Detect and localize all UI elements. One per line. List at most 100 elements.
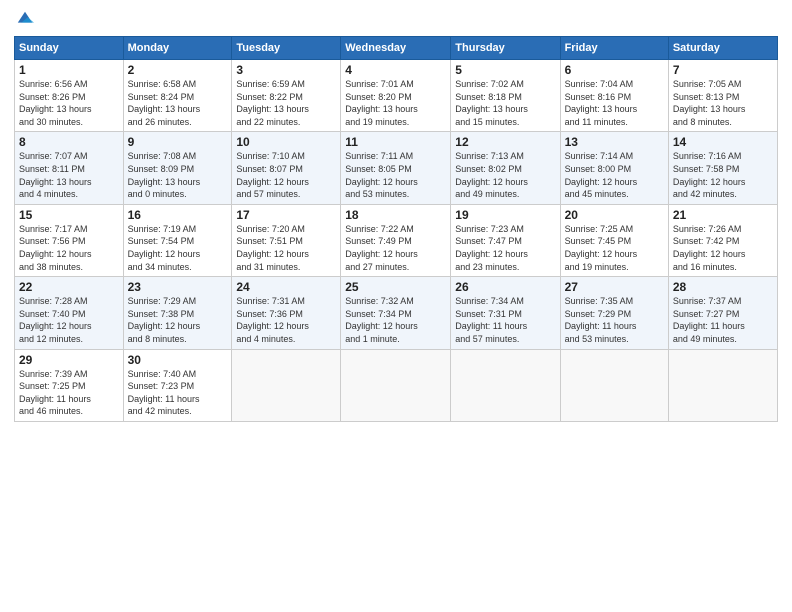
day-info: Sunrise: 7:23 AM Sunset: 7:47 PM Dayligh… [455, 223, 555, 273]
day-info: Sunrise: 7:01 AM Sunset: 8:20 PM Dayligh… [345, 78, 446, 128]
day-number: 2 [128, 63, 228, 77]
week-row-1: 8Sunrise: 7:07 AM Sunset: 8:11 PM Daylig… [15, 132, 778, 204]
day-cell [560, 349, 668, 421]
header [14, 10, 778, 28]
day-number: 21 [673, 208, 773, 222]
day-info: Sunrise: 7:17 AM Sunset: 7:56 PM Dayligh… [19, 223, 119, 273]
day-cell: 18Sunrise: 7:22 AM Sunset: 7:49 PM Dayli… [341, 204, 451, 276]
day-cell: 28Sunrise: 7:37 AM Sunset: 7:27 PM Dayli… [668, 277, 777, 349]
day-number: 30 [128, 353, 228, 367]
day-number: 22 [19, 280, 119, 294]
day-cell: 13Sunrise: 7:14 AM Sunset: 8:00 PM Dayli… [560, 132, 668, 204]
day-number: 5 [455, 63, 555, 77]
day-number: 29 [19, 353, 119, 367]
day-info: Sunrise: 7:31 AM Sunset: 7:36 PM Dayligh… [236, 295, 336, 345]
day-cell: 27Sunrise: 7:35 AM Sunset: 7:29 PM Dayli… [560, 277, 668, 349]
day-number: 17 [236, 208, 336, 222]
logo [14, 10, 34, 28]
week-row-4: 29Sunrise: 7:39 AM Sunset: 7:25 PM Dayli… [15, 349, 778, 421]
day-number: 13 [565, 135, 664, 149]
day-cell [668, 349, 777, 421]
col-tuesday: Tuesday [232, 37, 341, 60]
day-number: 19 [455, 208, 555, 222]
day-info: Sunrise: 6:58 AM Sunset: 8:24 PM Dayligh… [128, 78, 228, 128]
day-cell: 26Sunrise: 7:34 AM Sunset: 7:31 PM Dayli… [451, 277, 560, 349]
day-cell: 19Sunrise: 7:23 AM Sunset: 7:47 PM Dayli… [451, 204, 560, 276]
day-info: Sunrise: 7:32 AM Sunset: 7:34 PM Dayligh… [345, 295, 446, 345]
day-number: 12 [455, 135, 555, 149]
day-cell: 21Sunrise: 7:26 AM Sunset: 7:42 PM Dayli… [668, 204, 777, 276]
day-info: Sunrise: 7:08 AM Sunset: 8:09 PM Dayligh… [128, 150, 228, 200]
day-number: 26 [455, 280, 555, 294]
day-cell: 16Sunrise: 7:19 AM Sunset: 7:54 PM Dayli… [123, 204, 232, 276]
page: Sunday Monday Tuesday Wednesday Thursday… [0, 0, 792, 612]
week-row-0: 1Sunrise: 6:56 AM Sunset: 8:26 PM Daylig… [15, 60, 778, 132]
day-cell: 7Sunrise: 7:05 AM Sunset: 8:13 PM Daylig… [668, 60, 777, 132]
day-cell: 15Sunrise: 7:17 AM Sunset: 7:56 PM Dayli… [15, 204, 124, 276]
day-number: 11 [345, 135, 446, 149]
day-cell [232, 349, 341, 421]
day-cell: 23Sunrise: 7:29 AM Sunset: 7:38 PM Dayli… [123, 277, 232, 349]
day-cell: 12Sunrise: 7:13 AM Sunset: 8:02 PM Dayli… [451, 132, 560, 204]
day-info: Sunrise: 7:25 AM Sunset: 7:45 PM Dayligh… [565, 223, 664, 273]
day-cell: 17Sunrise: 7:20 AM Sunset: 7:51 PM Dayli… [232, 204, 341, 276]
calendar-table: Sunday Monday Tuesday Wednesday Thursday… [14, 36, 778, 422]
day-cell: 24Sunrise: 7:31 AM Sunset: 7:36 PM Dayli… [232, 277, 341, 349]
day-info: Sunrise: 7:05 AM Sunset: 8:13 PM Dayligh… [673, 78, 773, 128]
day-info: Sunrise: 6:59 AM Sunset: 8:22 PM Dayligh… [236, 78, 336, 128]
col-monday: Monday [123, 37, 232, 60]
day-info: Sunrise: 7:39 AM Sunset: 7:25 PM Dayligh… [19, 368, 119, 418]
day-number: 24 [236, 280, 336, 294]
week-row-3: 22Sunrise: 7:28 AM Sunset: 7:40 PM Dayli… [15, 277, 778, 349]
day-info: Sunrise: 7:20 AM Sunset: 7:51 PM Dayligh… [236, 223, 336, 273]
col-thursday: Thursday [451, 37, 560, 60]
day-number: 20 [565, 208, 664, 222]
day-cell: 6Sunrise: 7:04 AM Sunset: 8:16 PM Daylig… [560, 60, 668, 132]
day-cell: 14Sunrise: 7:16 AM Sunset: 7:58 PM Dayli… [668, 132, 777, 204]
day-info: Sunrise: 7:07 AM Sunset: 8:11 PM Dayligh… [19, 150, 119, 200]
day-cell: 29Sunrise: 7:39 AM Sunset: 7:25 PM Dayli… [15, 349, 124, 421]
day-number: 7 [673, 63, 773, 77]
day-info: Sunrise: 7:10 AM Sunset: 8:07 PM Dayligh… [236, 150, 336, 200]
day-number: 15 [19, 208, 119, 222]
day-number: 3 [236, 63, 336, 77]
day-info: Sunrise: 7:34 AM Sunset: 7:31 PM Dayligh… [455, 295, 555, 345]
day-info: Sunrise: 7:14 AM Sunset: 8:00 PM Dayligh… [565, 150, 664, 200]
day-info: Sunrise: 7:11 AM Sunset: 8:05 PM Dayligh… [345, 150, 446, 200]
day-cell: 22Sunrise: 7:28 AM Sunset: 7:40 PM Dayli… [15, 277, 124, 349]
day-number: 23 [128, 280, 228, 294]
day-info: Sunrise: 6:56 AM Sunset: 8:26 PM Dayligh… [19, 78, 119, 128]
day-number: 25 [345, 280, 446, 294]
day-cell: 8Sunrise: 7:07 AM Sunset: 8:11 PM Daylig… [15, 132, 124, 204]
col-wednesday: Wednesday [341, 37, 451, 60]
day-cell: 9Sunrise: 7:08 AM Sunset: 8:09 PM Daylig… [123, 132, 232, 204]
day-number: 27 [565, 280, 664, 294]
day-number: 6 [565, 63, 664, 77]
day-cell: 30Sunrise: 7:40 AM Sunset: 7:23 PM Dayli… [123, 349, 232, 421]
day-number: 4 [345, 63, 446, 77]
day-info: Sunrise: 7:16 AM Sunset: 7:58 PM Dayligh… [673, 150, 773, 200]
day-cell [451, 349, 560, 421]
day-cell: 11Sunrise: 7:11 AM Sunset: 8:05 PM Dayli… [341, 132, 451, 204]
day-info: Sunrise: 7:04 AM Sunset: 8:16 PM Dayligh… [565, 78, 664, 128]
day-info: Sunrise: 7:29 AM Sunset: 7:38 PM Dayligh… [128, 295, 228, 345]
logo-icon [16, 10, 34, 28]
day-cell: 10Sunrise: 7:10 AM Sunset: 8:07 PM Dayli… [232, 132, 341, 204]
day-cell: 1Sunrise: 6:56 AM Sunset: 8:26 PM Daylig… [15, 60, 124, 132]
day-number: 10 [236, 135, 336, 149]
col-saturday: Saturday [668, 37, 777, 60]
day-cell: 25Sunrise: 7:32 AM Sunset: 7:34 PM Dayli… [341, 277, 451, 349]
day-cell: 20Sunrise: 7:25 AM Sunset: 7:45 PM Dayli… [560, 204, 668, 276]
day-info: Sunrise: 7:19 AM Sunset: 7:54 PM Dayligh… [128, 223, 228, 273]
day-number: 18 [345, 208, 446, 222]
day-info: Sunrise: 7:37 AM Sunset: 7:27 PM Dayligh… [673, 295, 773, 345]
day-cell: 2Sunrise: 6:58 AM Sunset: 8:24 PM Daylig… [123, 60, 232, 132]
day-number: 8 [19, 135, 119, 149]
day-cell: 4Sunrise: 7:01 AM Sunset: 8:20 PM Daylig… [341, 60, 451, 132]
day-info: Sunrise: 7:02 AM Sunset: 8:18 PM Dayligh… [455, 78, 555, 128]
day-info: Sunrise: 7:28 AM Sunset: 7:40 PM Dayligh… [19, 295, 119, 345]
day-number: 16 [128, 208, 228, 222]
day-info: Sunrise: 7:40 AM Sunset: 7:23 PM Dayligh… [128, 368, 228, 418]
day-info: Sunrise: 7:22 AM Sunset: 7:49 PM Dayligh… [345, 223, 446, 273]
col-sunday: Sunday [15, 37, 124, 60]
